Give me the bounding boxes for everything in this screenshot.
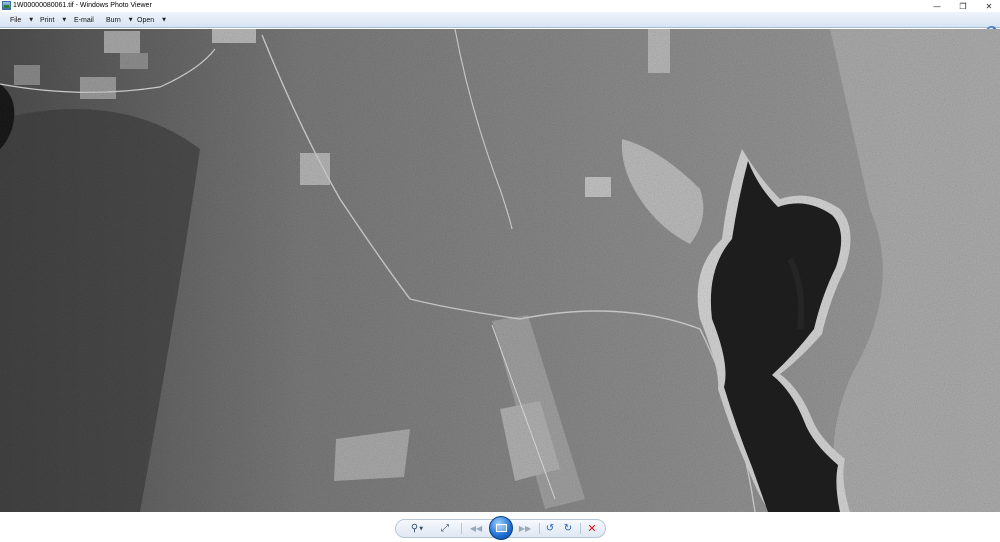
- close-button[interactable]: ✕: [974, 0, 1000, 12]
- menu-open-label: Open: [137, 16, 155, 24]
- menu-print-label: Print: [40, 16, 55, 24]
- aerial-photo[interactable]: [0, 29, 1000, 512]
- chevron-down-icon: ▼: [29, 17, 34, 23]
- bottom-toolbar: ⚲ ▼ ⤢ ◀◀ ▶▶ ↺ ↻ ✕: [0, 512, 1000, 542]
- rotate-right-icon: ↻: [563, 523, 573, 534]
- toolbar-divider: [461, 523, 462, 534]
- chevron-down-icon: ▼: [128, 17, 133, 23]
- zoom-button[interactable]: ⚲ ▼: [406, 519, 428, 538]
- previous-button[interactable]: ◀◀: [467, 519, 485, 538]
- menu-burn[interactable]: Burn ▼: [106, 12, 133, 28]
- rotate-left-icon: ↺: [545, 523, 555, 534]
- menu-print[interactable]: Print ▼: [40, 12, 66, 28]
- slideshow-icon: [495, 524, 507, 532]
- menu-email[interactable]: E-mail: [74, 12, 94, 28]
- fit-window-icon: ⤢: [441, 523, 449, 534]
- menu-open[interactable]: Open ▼: [137, 12, 166, 28]
- delete-icon: ✕: [587, 522, 597, 535]
- toolbar-divider: [539, 523, 540, 534]
- title-bar: 1W00000080061.tif - Windows Photo Viewer…: [0, 0, 1000, 12]
- chevron-down-icon: ▼: [419, 525, 424, 532]
- menu-burn-label: Burn: [106, 16, 121, 24]
- image-viewport[interactable]: [0, 29, 1000, 512]
- photo-viewer-app-icon[interactable]: [2, 1, 11, 10]
- toolbar-divider: [580, 523, 581, 534]
- next-button[interactable]: ▶▶: [516, 519, 534, 538]
- menu-file-label: File: [10, 16, 22, 24]
- chevron-down-icon: ▼: [162, 17, 166, 23]
- actual-size-button[interactable]: ⤢: [436, 519, 454, 538]
- menu-email-label: E-mail: [74, 16, 94, 24]
- rotate-counterclockwise-button[interactable]: ↺: [542, 519, 558, 538]
- previous-icon: ◀◀: [469, 524, 483, 533]
- next-icon: ▶▶: [518, 524, 532, 533]
- magnifier-icon: ⚲: [410, 523, 419, 534]
- menu-file[interactable]: File ▼: [10, 12, 33, 28]
- delete-button[interactable]: ✕: [584, 519, 600, 538]
- window-title: 1W00000080061.tif - Windows Photo Viewer: [13, 2, 152, 9]
- rotate-clockwise-button[interactable]: ↻: [560, 519, 576, 538]
- slideshow-button[interactable]: [489, 516, 513, 540]
- chevron-down-icon: ▼: [62, 17, 67, 23]
- photo-viewer-window: 1W00000080061.tif - Windows Photo Viewer…: [0, 0, 1000, 542]
- menu-bar: File ▼ Print ▼ E-mail Burn ▼ Open ▼ ?: [0, 12, 1000, 37]
